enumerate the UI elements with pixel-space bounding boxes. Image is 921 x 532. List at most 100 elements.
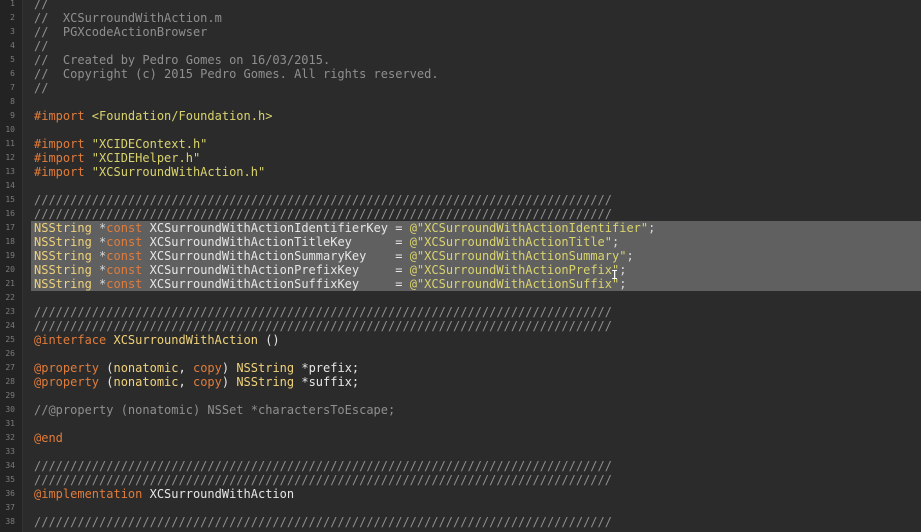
code-line[interactable]: 23 //////////////////////////////////////… <box>0 305 921 319</box>
line-code: // Copyright (c) 2015 Pedro Gomes. All r… <box>34 67 439 81</box>
line-number: 20 <box>5 265 15 274</box>
line-number: 36 <box>5 489 15 498</box>
line-number: 17 <box>5 223 15 232</box>
line-code: ////////////////////////////////////////… <box>34 459 612 473</box>
code-token: XCSurroundWithActionTitleKey = <box>142 235 410 249</box>
code-token: const <box>106 277 143 291</box>
code-token: copy <box>192 361 222 375</box>
code-token: NSString <box>34 277 100 291</box>
code-token: ( <box>99 375 114 389</box>
code-token: #import <box>34 165 92 179</box>
code-line[interactable]: 27 @property (nonatomic, copy) NSString *… <box>0 361 921 375</box>
code-line[interactable]: 28 @property (nonatomic, copy) NSString *… <box>0 375 921 389</box>
line-code: NSString *const XCSurroundWithActionSuff… <box>34 277 626 291</box>
code-line[interactable]: 31 <box>0 417 921 431</box>
code-line[interactable]: 21 NSString *const XCSurroundWithActionSu… <box>0 277 921 291</box>
code-line[interactable]: 36 @implementation XCSurroundWithAction <box>0 487 921 501</box>
code-line[interactable]: 8 <box>0 95 921 109</box>
line-number: 33 <box>5 447 15 456</box>
line-code: // XCSurroundWithAction.m <box>34 11 222 25</box>
code-token: ////////////////////////////////////////… <box>34 473 612 487</box>
line-number: 37 <box>5 503 15 512</box>
code-line[interactable]: 10 <box>0 123 921 137</box>
code-line[interactable]: 33 <box>0 445 921 459</box>
code-token: "XCIDEContext.h" <box>91 137 208 151</box>
code-line[interactable]: 24 //////////////////////////////////////… <box>0 319 921 333</box>
code-line[interactable]: 14 <box>0 179 921 193</box>
code-line[interactable]: 35 //////////////////////////////////////… <box>0 473 921 487</box>
line-number: 7 <box>10 83 15 92</box>
line-code: #import <Foundation/Foundation.h> <box>34 109 272 123</box>
code-line[interactable]: 4 // <box>0 39 921 53</box>
code-line[interactable]: 20 NSString *const XCSurroundWithActionPr… <box>0 263 921 277</box>
code-line[interactable]: 5 // Created by Pedro Gomes on 16/03/2015… <box>0 53 921 67</box>
line-number: 22 <box>5 293 15 302</box>
code-token: , <box>178 361 193 375</box>
line-code: ////////////////////////////////////////… <box>34 319 612 333</box>
code-line[interactable]: 15 //////////////////////////////////////… <box>0 193 921 207</box>
code-line[interactable]: 19 NSString *const XCSurroundWithActionSu… <box>0 249 921 263</box>
code-token: @property <box>34 361 100 375</box>
line-number: 21 <box>5 279 15 288</box>
code-token: @implementation <box>34 487 143 501</box>
code-token: XCSurroundWithAction <box>142 487 295 501</box>
code-line[interactable]: 9 #import <Foundation/Foundation.h> <box>0 109 921 123</box>
line-number: 26 <box>5 349 15 358</box>
code-token: ; <box>619 277 627 291</box>
code-line[interactable]: 12 #import "XCIDEHelper.h" <box>0 151 921 165</box>
code-line[interactable]: 11 #import "XCIDEContext.h" <box>0 137 921 151</box>
code-token: @"XCSurroundWithActionSummary" <box>409 249 627 263</box>
code-editor[interactable]: 1 // 2 // XCSurroundWithAction.m 3 // PGXcode… <box>0 0 921 532</box>
code-line[interactable]: 13 #import "XCSurroundWithAction.h" <box>0 165 921 179</box>
code-line[interactable]: 1 // <box>0 0 921 11</box>
code-line[interactable]: 3 // PGXcodeActionBrowser <box>0 25 921 39</box>
code-token: ////////////////////////////////////////… <box>34 459 612 473</box>
line-code: ////////////////////////////////////////… <box>34 473 612 487</box>
code-line[interactable]: 17 NSString *const XCSurroundWithActionId… <box>0 221 921 235</box>
code-token: // XCSurroundWithAction.m <box>34 11 222 25</box>
code-line[interactable]: 37 <box>0 501 921 515</box>
code-token: NSString <box>34 263 100 277</box>
code-token: NSString <box>236 361 295 375</box>
line-number: 28 <box>5 377 15 386</box>
code-token: // <box>34 39 49 53</box>
code-line[interactable]: 30 //@property (nonatomic) NSSet *charact… <box>0 403 921 417</box>
code-line[interactable]: 32 @end <box>0 431 921 445</box>
line-number: 18 <box>5 237 15 246</box>
code-token: //@property (nonatomic) NSSet *character… <box>34 403 396 417</box>
code-line[interactable]: 6 // Copyright (c) 2015 Pedro Gomes. All … <box>0 67 921 81</box>
code-token: XCSurroundWithActionSuffixKey = <box>142 277 410 291</box>
code-token: // Copyright (c) 2015 Pedro Gomes. All r… <box>34 67 439 81</box>
line-number: 34 <box>5 461 15 470</box>
code-line[interactable]: 29 <box>0 389 921 403</box>
code-line[interactable]: 25 @interface XCSurroundWithAction () <box>0 333 921 347</box>
line-code: #import "XCSurroundWithAction.h" <box>34 165 265 179</box>
code-line[interactable]: 7 // <box>0 81 921 95</box>
code-line[interactable]: 16 //////////////////////////////////////… <box>0 207 921 221</box>
code-token: @"XCSurroundWithActionTitle" <box>409 235 612 249</box>
line-code: NSString *const XCSurroundWithActionPref… <box>34 263 626 277</box>
code-token: ////////////////////////////////////////… <box>34 207 612 221</box>
code-token: NSString <box>34 249 100 263</box>
line-number: 9 <box>10 111 15 120</box>
code-token: , <box>178 375 193 389</box>
line-number: 24 <box>5 321 15 330</box>
code-token: ; <box>626 249 634 263</box>
line-number: 12 <box>5 153 15 162</box>
line-number: 6 <box>10 69 15 78</box>
line-number: 35 <box>5 475 15 484</box>
code-line[interactable]: 38 //////////////////////////////////////… <box>0 515 921 529</box>
code-line[interactable]: 34 //////////////////////////////////////… <box>0 459 921 473</box>
ibeam-cursor-icon: I <box>611 268 619 282</box>
line-code: @property (nonatomic, copy) NSString *su… <box>34 375 359 389</box>
code-line[interactable]: 18 NSString *const XCSurroundWithActionTi… <box>0 235 921 249</box>
line-number: 13 <box>5 167 15 176</box>
code-line[interactable]: 22 <box>0 291 921 305</box>
code-token: const <box>106 235 143 249</box>
code-line[interactable]: 2 // XCSurroundWithAction.m <box>0 11 921 25</box>
line-code: // <box>34 81 48 95</box>
line-number: 19 <box>5 251 15 260</box>
line-code: ////////////////////////////////////////… <box>34 515 612 529</box>
line-number: 8 <box>10 97 15 106</box>
code-line[interactable]: 26 <box>0 347 921 361</box>
